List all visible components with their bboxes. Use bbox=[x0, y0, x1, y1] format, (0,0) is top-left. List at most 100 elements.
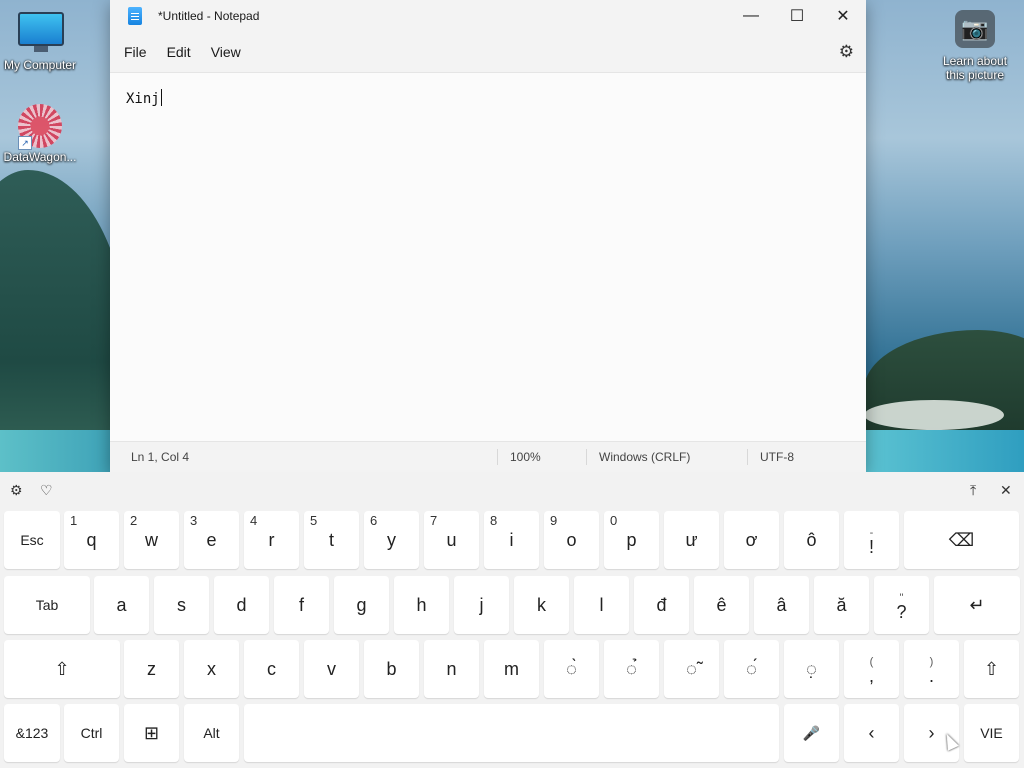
key-o[interactable]: 9o bbox=[544, 511, 599, 569]
key-i[interactable]: 8i bbox=[484, 511, 539, 569]
key-number-hint: 2 bbox=[130, 513, 138, 528]
key-label: m bbox=[504, 658, 519, 679]
key-label: Alt bbox=[203, 725, 220, 741]
key-label: ◌̉ bbox=[626, 658, 637, 679]
key-x[interactable]: ư bbox=[664, 511, 719, 569]
key-m[interactable]: m bbox=[484, 640, 539, 698]
text-editor[interactable]: Xinj bbox=[110, 72, 866, 442]
key-label: f bbox=[298, 594, 304, 615]
emoji-icon[interactable]: ♡ bbox=[40, 482, 53, 499]
key-x[interactable]: â bbox=[754, 576, 809, 634]
key-u[interactable]: 7u bbox=[424, 511, 479, 569]
key-space[interactable] bbox=[244, 704, 779, 762]
key-x[interactable]: ⇧ bbox=[4, 640, 120, 698]
key-label: ? bbox=[896, 602, 907, 622]
key-label: r bbox=[268, 529, 275, 550]
key-a[interactable]: a bbox=[94, 576, 149, 634]
datawagon-icon: ↗ bbox=[18, 104, 62, 150]
key-r[interactable]: 4r bbox=[244, 511, 299, 569]
settings-gear-icon[interactable]: ⚙ bbox=[839, 42, 854, 62]
key-xx[interactable]: ◌̀ bbox=[544, 640, 599, 698]
key-l[interactable]: l bbox=[574, 576, 629, 634]
minimize-button[interactable]: — bbox=[728, 0, 774, 32]
key-label: ◌́ bbox=[746, 658, 757, 679]
key-label: ↵ bbox=[969, 594, 985, 615]
key-n[interactable]: n bbox=[424, 640, 479, 698]
key-number-hint: 8 bbox=[490, 513, 498, 528]
key-number-hint: 1 bbox=[70, 513, 78, 528]
learn-about-picture[interactable]: 📷 Learn about this picture bbox=[934, 10, 1016, 82]
key-y[interactable]: 6y bbox=[364, 511, 419, 569]
key-xx[interactable]: ◌́ bbox=[724, 640, 779, 698]
key-x[interactable]: ⌫ bbox=[904, 511, 1019, 569]
key-label: t bbox=[328, 529, 334, 550]
desktop-icon-label: My Computer bbox=[3, 58, 77, 72]
key-e[interactable]: 3e bbox=[184, 511, 239, 569]
desktop-icon-my-computer[interactable]: My Computer bbox=[0, 8, 80, 72]
status-zoom: 100% bbox=[497, 449, 586, 465]
dock-keyboard-icon[interactable]: ⤒ bbox=[970, 482, 976, 499]
key-&123[interactable]: &123 bbox=[4, 704, 60, 762]
key-k[interactable]: k bbox=[514, 576, 569, 634]
key-VIE[interactable]: VIE bbox=[964, 704, 1019, 762]
keyboard-close-icon[interactable]: ✕ bbox=[1000, 482, 1012, 499]
key-x[interactable]: ‹ bbox=[844, 704, 899, 762]
key-x[interactable]: -! bbox=[844, 511, 899, 569]
key-label: Esc bbox=[20, 532, 44, 548]
key-j[interactable]: j bbox=[454, 576, 509, 634]
key-xx[interactable]: ◌̃ bbox=[664, 640, 719, 698]
key-label: ô bbox=[806, 529, 817, 550]
key-x[interactable]: ơ bbox=[724, 511, 779, 569]
key-xx[interactable]: 🎤 bbox=[784, 704, 839, 762]
desktop-icon-datawagon[interactable]: ↗ DataWagon... bbox=[0, 104, 80, 164]
wallpaper-water-right bbox=[864, 430, 1024, 475]
key-x[interactable]: ô bbox=[784, 511, 839, 569]
key-label: , bbox=[868, 666, 874, 686]
key-label: s bbox=[177, 594, 186, 615]
key-label: c bbox=[267, 658, 276, 679]
key-t[interactable]: 5t bbox=[304, 511, 359, 569]
maximize-button[interactable]: ☐ bbox=[774, 0, 820, 32]
key-x[interactable]: ⇧ bbox=[964, 640, 1019, 698]
key-p[interactable]: 0p bbox=[604, 511, 659, 569]
key-h[interactable]: h bbox=[394, 576, 449, 634]
key-q[interactable]: 1q bbox=[64, 511, 119, 569]
key-x[interactable]: đ bbox=[634, 576, 689, 634]
key-f[interactable]: f bbox=[274, 576, 329, 634]
key-label: x bbox=[207, 658, 216, 679]
key-v[interactable]: v bbox=[304, 640, 359, 698]
key-xx[interactable]: ◌̣ bbox=[784, 640, 839, 698]
key-s[interactable]: s bbox=[154, 576, 209, 634]
key-d[interactable]: d bbox=[214, 576, 269, 634]
key-c[interactable]: c bbox=[244, 640, 299, 698]
key-Esc[interactable]: Esc bbox=[4, 511, 60, 569]
key-Tab[interactable]: Tab bbox=[4, 576, 90, 634]
menu-edit[interactable]: Edit bbox=[157, 44, 201, 60]
key-w[interactable]: 2w bbox=[124, 511, 179, 569]
key-number-hint: 6 bbox=[370, 513, 378, 528]
menu-file[interactable]: File bbox=[114, 44, 157, 60]
key-x[interactable]: (, bbox=[844, 640, 899, 698]
key-label: o bbox=[566, 529, 577, 550]
key-x[interactable]: ă bbox=[814, 576, 869, 634]
key-x[interactable]: ↵ bbox=[934, 576, 1020, 634]
key-z[interactable]: z bbox=[124, 640, 179, 698]
camera-icon: 📷 bbox=[955, 10, 995, 48]
menu-view[interactable]: View bbox=[201, 44, 251, 60]
key-b[interactable]: b bbox=[364, 640, 419, 698]
menu-bar: File Edit View ⚙ bbox=[110, 32, 866, 72]
key-Alt[interactable]: Alt bbox=[184, 704, 239, 762]
key-label: ◌̃ bbox=[686, 658, 697, 679]
key-x[interactable]: ê bbox=[694, 576, 749, 634]
key-xx[interactable]: ◌̉ bbox=[604, 640, 659, 698]
key-Ctrl[interactable]: Ctrl bbox=[64, 704, 119, 762]
key-x[interactable]: x bbox=[184, 640, 239, 698]
key-label: â bbox=[776, 594, 787, 615]
close-button[interactable]: ✕ bbox=[820, 0, 866, 32]
key-x[interactable]: "? bbox=[874, 576, 929, 634]
key-x[interactable]: ). bbox=[904, 640, 959, 698]
key-x[interactable]: ⊞ bbox=[124, 704, 179, 762]
key-g[interactable]: g bbox=[334, 576, 389, 634]
keyboard-settings-icon[interactable]: ⚙ bbox=[10, 482, 23, 499]
title-bar[interactable]: *Untitled - Notepad — ☐ ✕ bbox=[110, 0, 866, 32]
